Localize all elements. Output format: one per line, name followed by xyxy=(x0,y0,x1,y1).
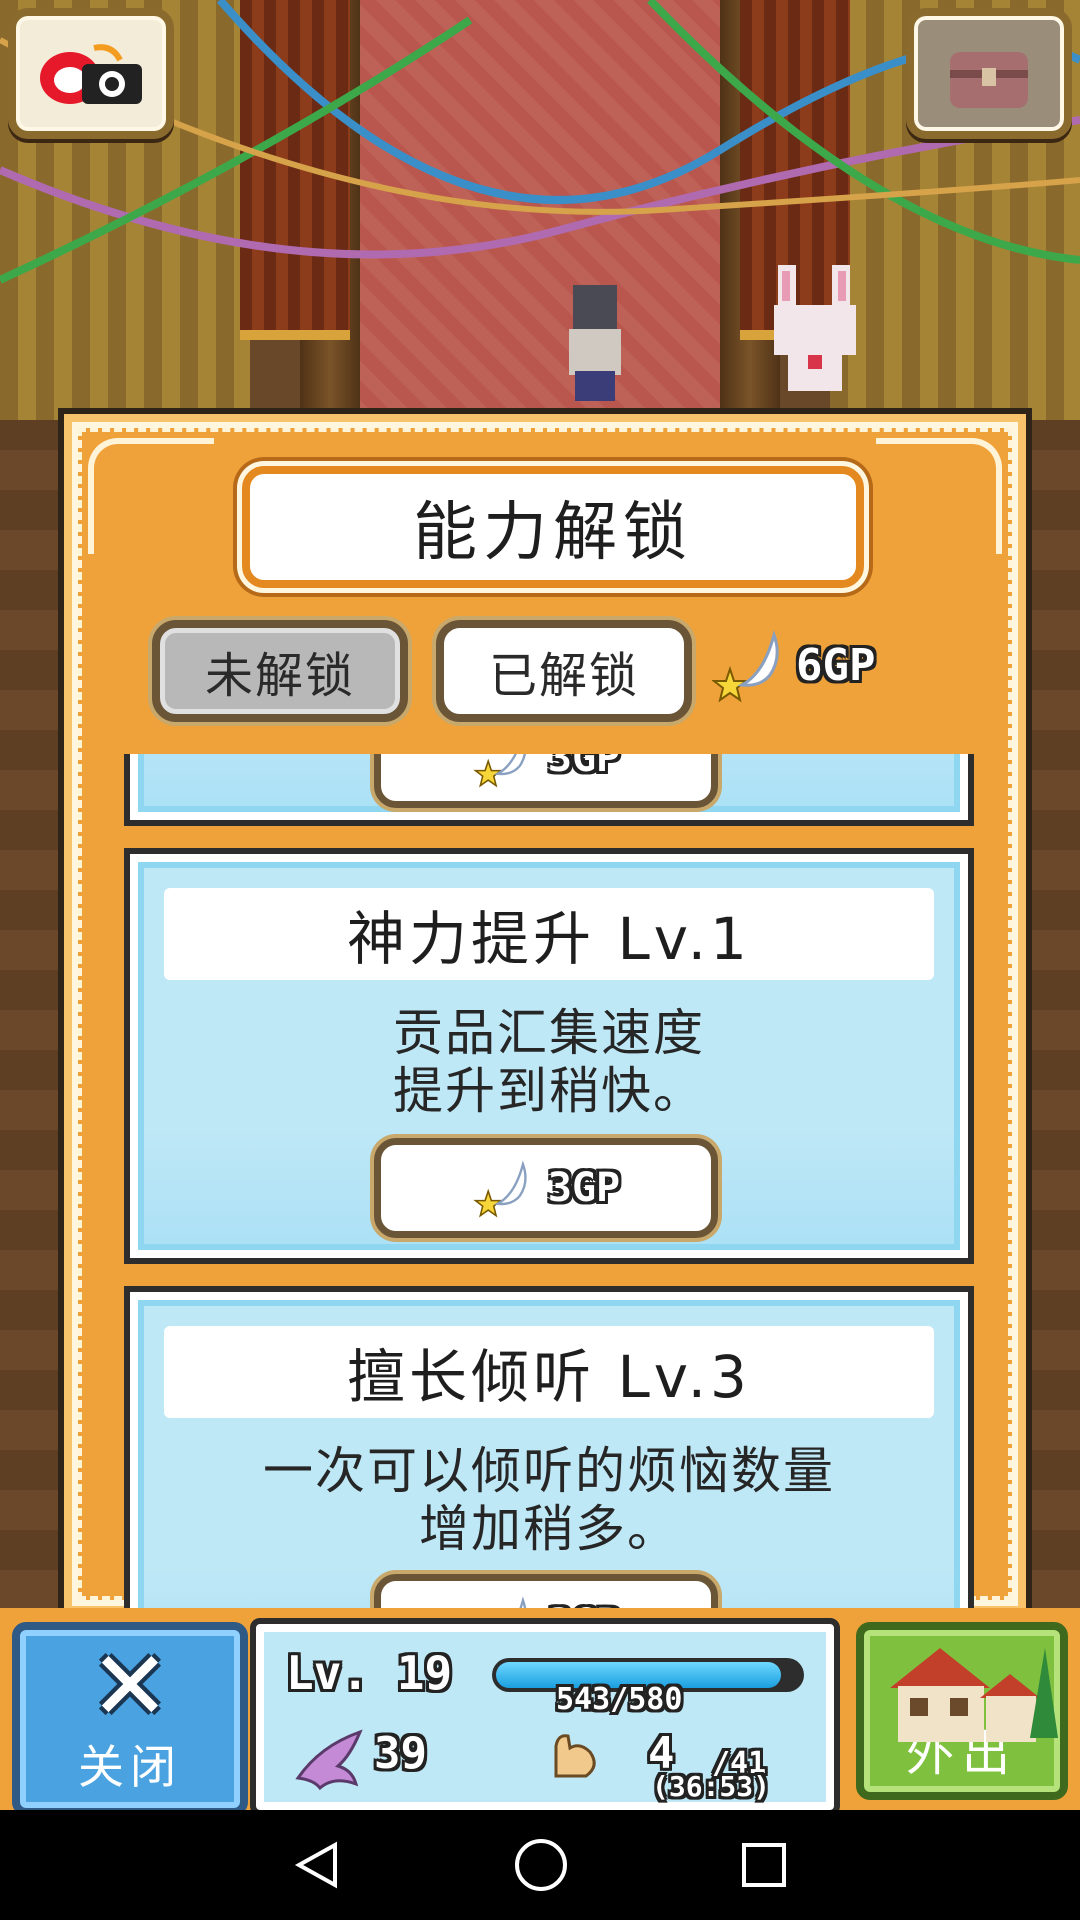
unlock-cost-value: 3GP xyxy=(547,754,621,781)
winged-star-icon xyxy=(712,629,779,703)
panel-title: 能力解锁 xyxy=(242,466,864,588)
bottom-hud: ✕ 关闭 Lv. 19 543/580 39 4 /41 (36:53) 外出 xyxy=(0,1608,1080,1816)
gp-total-value: 6GP xyxy=(796,639,876,691)
ability-list[interactable]: 3GP 神力提升 Lv.1 贡品汇集速度 提升到稍快。 3GP 擅长倾听 Lv.… xyxy=(64,754,1026,1614)
system-navigation-bar xyxy=(0,1810,1080,1920)
treasure-chest-icon xyxy=(950,51,1028,108)
hero-sprite xyxy=(569,285,621,401)
weibo-share-button[interactable] xyxy=(8,8,174,139)
ability-description-line: 一次可以倾听的烦恼数量 xyxy=(263,1442,835,1500)
close-label: 关闭 xyxy=(78,1740,182,1794)
home-icon[interactable] xyxy=(513,1837,569,1893)
ability-description: 一次可以倾听的烦恼数量 增加稍多。 xyxy=(150,1442,948,1558)
player-status-panel: Lv. 19 543/580 39 4 /41 (36:53) xyxy=(250,1618,840,1816)
recent-apps-icon[interactable] xyxy=(739,1840,789,1890)
close-button[interactable]: ✕ 关闭 xyxy=(12,1622,248,1816)
treasure-chest-button[interactable] xyxy=(906,8,1072,139)
tab-unlocked[interactable]: 已解锁 xyxy=(436,620,692,722)
go-out-button[interactable]: 外出 xyxy=(856,1622,1068,1800)
close-icon: ✕ xyxy=(89,1630,171,1742)
muscle-arm-icon xyxy=(554,1734,596,1778)
tab-locked[interactable]: 未解锁 xyxy=(152,620,408,722)
gp-count: 39 xyxy=(374,1728,427,1779)
house-icon xyxy=(890,1648,1058,1742)
winged-star-icon xyxy=(473,754,526,788)
unlock-cost-button[interactable]: 3GP xyxy=(374,1138,718,1238)
ability-description-line: 增加稍多。 xyxy=(419,1500,679,1558)
player-level: Lv. 19 xyxy=(286,1646,453,1700)
exp-value: 543/580 xyxy=(556,1682,683,1717)
winged-star-icon xyxy=(473,1160,527,1218)
ability-title: 神力提升 Lv.1 xyxy=(164,888,934,980)
ability-description-line: 贡品汇集速度 xyxy=(393,1004,705,1062)
weibo-camera-icon xyxy=(40,43,142,104)
panel-corner-ornament-left xyxy=(88,438,214,554)
ability-unlock-panel: 能力解锁 未解锁 已解锁 6GP 3GP 神力提升 Lv.1 贡品汇集速度 提升… xyxy=(58,408,1032,1620)
ability-description: 贡品汇集速度 提升到稍快。 xyxy=(150,1004,948,1120)
winged-hand-icon xyxy=(295,1729,363,1791)
bunny-npc-sprite xyxy=(774,265,856,391)
ability-description-line: 提升到稍快。 xyxy=(393,1062,705,1120)
gp-total-display: 6GP xyxy=(712,629,876,703)
stamina-timer: (36:53) xyxy=(652,1770,771,1803)
ability-card: 神力提升 Lv.1 贡品汇集速度 提升到稍快。 3GP xyxy=(124,848,974,1264)
panel-corner-ornament-right xyxy=(876,438,1002,554)
ability-card: 3GP xyxy=(124,754,974,826)
unlock-cost-button[interactable]: 3GP xyxy=(374,754,718,808)
back-icon[interactable] xyxy=(291,1839,343,1891)
unlock-cost-value: 3GP xyxy=(547,1165,621,1211)
ability-card: 擅长倾听 Lv.3 一次可以倾听的烦恼数量 增加稍多。 3GP xyxy=(124,1286,974,1614)
ability-title: 擅长倾听 Lv.3 xyxy=(164,1326,934,1418)
